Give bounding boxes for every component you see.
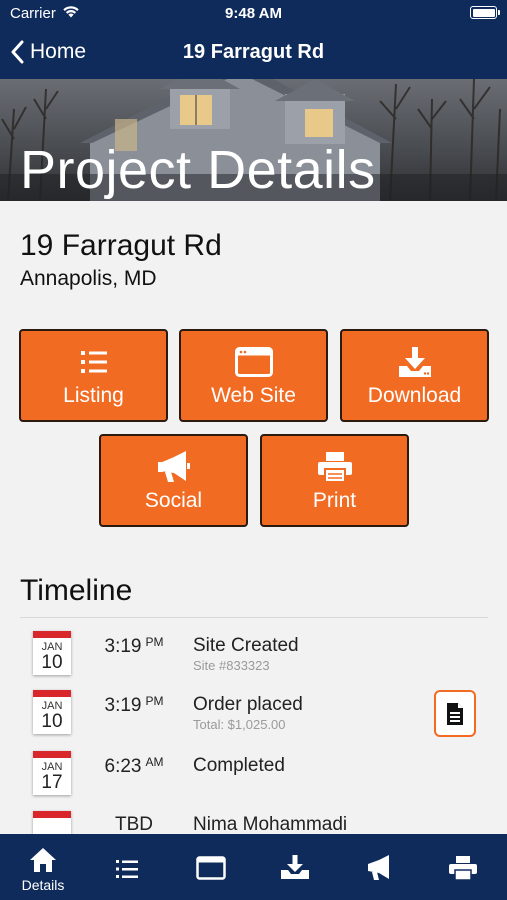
back-label: Home <box>30 40 87 63</box>
printer-icon <box>448 855 478 881</box>
hero-title: Project Details <box>20 140 376 200</box>
website-label: Web Site <box>211 384 296 407</box>
status-bar: Carrier 9:48 AM <box>0 0 507 28</box>
tab-download[interactable] <box>253 834 337 900</box>
tab-bar: Details <box>0 834 507 900</box>
tab-social[interactable] <box>337 834 421 900</box>
social-label: Social <box>144 489 203 512</box>
divider <box>20 617 488 618</box>
house-icon <box>29 847 57 873</box>
event-subtitle: Total: $1,025.00 <box>193 717 286 732</box>
chevron-left-icon <box>11 40 24 64</box>
calendar-icon: JAN 10 <box>33 690 71 734</box>
tab-details[interactable]: Details <box>1 834 85 900</box>
list-icon <box>115 856 139 882</box>
clock: 9:48 AM <box>225 5 282 22</box>
event-title: Order placed <box>193 694 303 715</box>
calendar-icon: JAN 17 <box>33 751 71 795</box>
calendar-day: 10 <box>41 652 63 673</box>
event-title: Site Created <box>193 635 299 656</box>
receipt-icon <box>447 702 463 725</box>
hero-banner: Project Details <box>0 79 507 201</box>
website-button[interactable]: Web Site <box>179 329 328 422</box>
tab-details-label: Details <box>21 877 65 893</box>
megaphone-icon <box>365 855 393 881</box>
timeline-item: JAN 17 6:23 AM Completed <box>0 748 507 808</box>
tab-website[interactable] <box>169 834 253 900</box>
tab-print[interactable] <box>421 834 505 900</box>
event-time: TBD <box>115 814 153 835</box>
receipt-button[interactable] <box>434 690 476 737</box>
listing-label: Listing <box>63 384 124 407</box>
calendar-day: 10 <box>41 711 63 732</box>
event-time: 6:23 AM <box>104 755 164 777</box>
back-button[interactable]: Home <box>10 36 86 68</box>
event-time: 3:19 PM <box>104 635 164 657</box>
property-city-state: Annapolis, MD <box>20 267 157 290</box>
social-button[interactable]: Social <box>99 434 248 527</box>
event-title: Nima Mohammadi <box>193 814 348 835</box>
navigation-bar: Carrier 9:48 AM Home 19 Farragut Rd <box>0 0 507 79</box>
download-tray-icon <box>342 346 487 378</box>
property-address: 19 Farragut Rd <box>20 229 222 262</box>
list-icon <box>21 346 166 378</box>
battery-icon <box>470 6 500 19</box>
event-time: 3:19 PM <box>104 694 164 716</box>
download-label: Download <box>367 384 462 407</box>
calendar-day: 17 <box>41 772 63 793</box>
print-label: Print <box>312 489 357 512</box>
calendar-icon: JAN 10 <box>33 631 71 675</box>
event-subtitle: Site #833323 <box>193 658 270 673</box>
timeline-item: JAN 10 3:19 PM Site Created Site #833323 <box>0 628 507 688</box>
timeline-item: JAN 10 3:19 PM Order placed Total: $1,025… <box>0 687 507 747</box>
print-button[interactable]: Print <box>260 434 409 527</box>
printer-icon <box>262 451 407 483</box>
timeline-heading: Timeline <box>20 574 133 607</box>
browser-window-icon <box>196 855 226 881</box>
download-button[interactable]: Download <box>340 329 489 422</box>
browser-window-icon <box>181 346 326 378</box>
megaphone-icon <box>101 451 246 483</box>
event-title: Completed <box>193 755 285 776</box>
tab-listing[interactable] <box>85 834 169 900</box>
download-tray-icon <box>280 854 310 880</box>
listing-button[interactable]: Listing <box>19 329 168 422</box>
